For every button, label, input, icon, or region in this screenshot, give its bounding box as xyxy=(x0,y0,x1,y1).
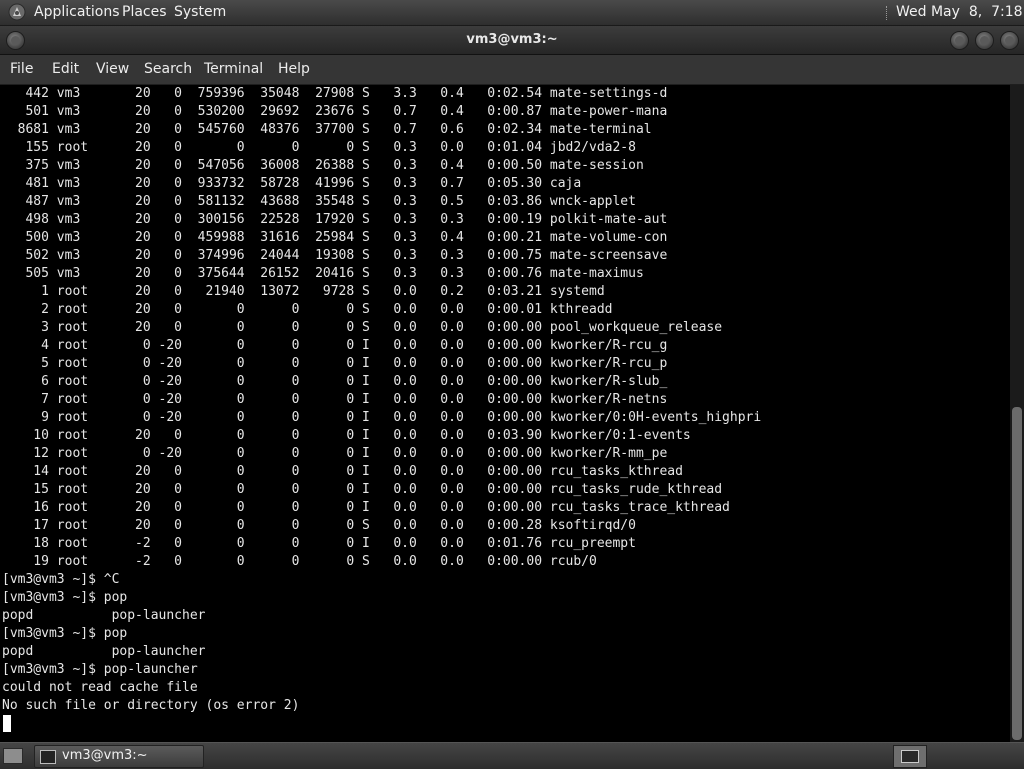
terminal-output[interactable]: 442 vm3 20 0 759396 35048 27908 S 3.3 0.… xyxy=(0,85,1010,742)
window-title: vm3@vm3:~ xyxy=(466,32,558,47)
workspace-switcher[interactable] xyxy=(893,745,927,768)
terminal-icon xyxy=(40,750,56,764)
terminal-line: 17 root 20 0 0 0 0 S 0.0 0.0 0:00.28 kso… xyxy=(2,518,636,533)
terminal-line: 481 vm3 20 0 933732 58728 41996 S 0.3 0.… xyxy=(2,176,582,191)
terminal-line: 16 root 20 0 0 0 0 I 0.0 0.0 0:00.00 rcu… xyxy=(2,500,730,515)
terminal-line: 487 vm3 20 0 581132 43688 35548 S 0.3 0.… xyxy=(2,194,636,209)
panel-separator xyxy=(886,6,889,20)
menu-file[interactable]: File xyxy=(10,61,33,78)
minimize-button[interactable] xyxy=(950,31,969,50)
menu-bar: File Edit View Search Terminal Help xyxy=(0,55,1024,85)
terminal-line: 375 vm3 20 0 547056 36008 26388 S 0.3 0.… xyxy=(2,158,644,173)
top-panel: Applications Places System Wed May 8, 7:… xyxy=(0,0,1024,26)
menu-search[interactable]: Search xyxy=(144,61,192,78)
terminal-line: No such file or directory (os error 2) xyxy=(2,698,300,713)
window-title-bar[interactable]: vm3@vm3:~ xyxy=(0,26,1024,55)
terminal-line: 442 vm3 20 0 759396 35048 27908 S 3.3 0.… xyxy=(2,86,668,101)
terminal-cursor xyxy=(3,715,11,732)
terminal-line: popd pop-launcher xyxy=(2,608,206,623)
terminal-line: 8681 vm3 20 0 545760 48376 37700 S 0.7 0… xyxy=(2,122,652,137)
terminal-text: 442 vm3 20 0 759396 35048 27908 S 3.3 0.… xyxy=(2,85,761,715)
terminal-line: [vm3@vm3 ~]$ pop xyxy=(2,590,128,605)
terminal-line: [vm3@vm3 ~]$ ^C xyxy=(2,572,120,587)
terminal-line: 155 root 20 0 0 0 0 S 0.3 0.0 0:01.04 jb… xyxy=(2,140,636,155)
terminal-line: 14 root 20 0 0 0 0 I 0.0 0.0 0:00.00 rcu… xyxy=(2,464,683,479)
clock[interactable]: Wed May 8, 7:18 PM xyxy=(896,4,1024,21)
places-menu[interactable]: Places xyxy=(122,4,167,21)
terminal-line: [vm3@vm3 ~]$ pop xyxy=(2,626,128,641)
terminal-line: 4 root 0 -20 0 0 0 I 0.0 0.0 0:00.00 kwo… xyxy=(2,338,668,353)
terminal-line: 6 root 0 -20 0 0 0 I 0.0 0.0 0:00.00 kwo… xyxy=(2,374,668,389)
terminal-line: 3 root 20 0 0 0 0 S 0.0 0.0 0:00.00 pool… xyxy=(2,320,723,335)
taskbar-window-button[interactable]: vm3@vm3:~ xyxy=(34,745,204,768)
terminal-line: popd pop-launcher xyxy=(2,644,206,659)
terminal-line: 18 root -2 0 0 0 0 I 0.0 0.0 0:01.76 rcu… xyxy=(2,536,636,551)
menu-edit[interactable]: Edit xyxy=(52,61,79,78)
terminal-scrollbar[interactable] xyxy=(1010,85,1024,742)
terminal-line: 502 vm3 20 0 374996 24044 19308 S 0.3 0.… xyxy=(2,248,668,263)
scrollbar-thumb[interactable] xyxy=(1012,407,1022,740)
terminal-line: 19 root -2 0 0 0 0 S 0.0 0.0 0:00.00 rcu… xyxy=(2,554,597,569)
menu-view[interactable]: View xyxy=(96,61,129,78)
terminal-line: could not read cache file xyxy=(2,680,198,695)
distro-logo-icon[interactable] xyxy=(8,3,26,21)
menu-terminal[interactable]: Terminal xyxy=(204,61,263,78)
terminal-line: 2 root 20 0 0 0 0 S 0.0 0.0 0:00.01 kthr… xyxy=(2,302,613,317)
terminal-line: 12 root 0 -20 0 0 0 I 0.0 0.0 0:00.00 kw… xyxy=(2,446,668,461)
menu-help[interactable]: Help xyxy=(278,61,310,78)
terminal-line: 9 root 0 -20 0 0 0 I 0.0 0.0 0:00.00 kwo… xyxy=(2,410,762,425)
applications-menu[interactable]: Applications xyxy=(34,4,120,21)
terminal-line: 1 root 20 0 21940 13072 9728 S 0.0 0.2 0… xyxy=(2,284,605,299)
taskbar-window-label: vm3@vm3:~ xyxy=(62,748,148,763)
system-menu[interactable]: System xyxy=(174,4,226,21)
show-desktop-icon[interactable] xyxy=(3,748,23,764)
bottom-panel: vm3@vm3:~ xyxy=(0,742,1024,769)
terminal-line: 501 vm3 20 0 530200 29692 23676 S 0.7 0.… xyxy=(2,104,668,119)
terminal-line: [vm3@vm3 ~]$ pop-launcher xyxy=(2,662,198,677)
terminal-line: 505 vm3 20 0 375644 26152 20416 S 0.3 0.… xyxy=(2,266,644,281)
close-button[interactable] xyxy=(1000,31,1019,50)
terminal-line: 15 root 20 0 0 0 0 I 0.0 0.0 0:00.00 rcu… xyxy=(2,482,723,497)
terminal-line: 498 vm3 20 0 300156 22528 17920 S 0.3 0.… xyxy=(2,212,668,227)
maximize-button[interactable] xyxy=(975,31,994,50)
terminal-line: 10 root 20 0 0 0 0 I 0.0 0.0 0:03.90 kwo… xyxy=(2,428,691,443)
terminal-line: 500 vm3 20 0 459988 31616 25984 S 0.3 0.… xyxy=(2,230,668,245)
terminal-line: 5 root 0 -20 0 0 0 I 0.0 0.0 0:00.00 kwo… xyxy=(2,356,668,371)
terminal-line: 7 root 0 -20 0 0 0 I 0.0 0.0 0:00.00 kwo… xyxy=(2,392,668,407)
